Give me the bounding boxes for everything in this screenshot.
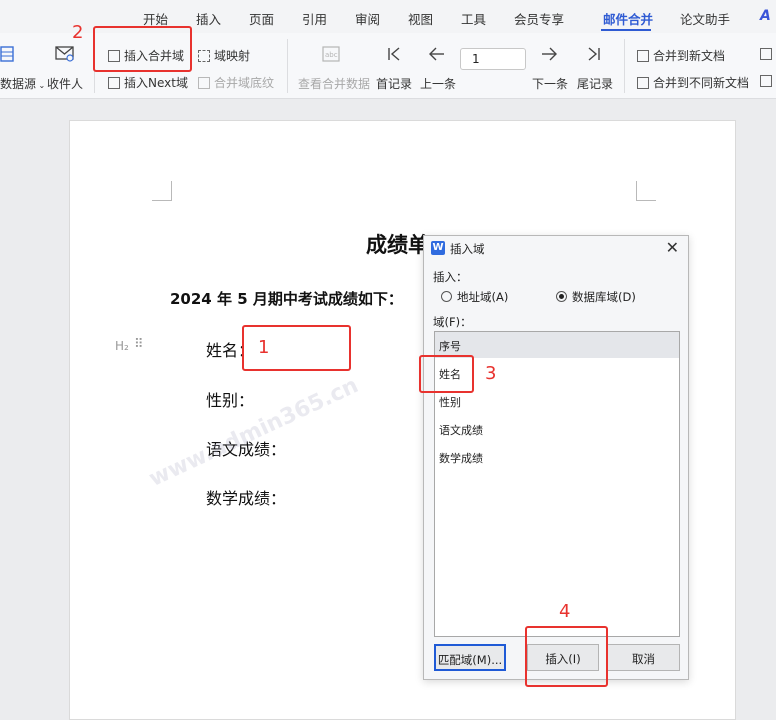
next-record-button[interactable]: 下一条: [532, 75, 568, 92]
previous-record-button[interactable]: 上一条: [420, 75, 456, 92]
annotation-number-4: 4: [559, 601, 571, 622]
merge-to-new-doc-button[interactable]: 合并到新文档: [637, 47, 725, 64]
data-source-icon[interactable]: [0, 45, 14, 66]
print-merge-icon[interactable]: [760, 48, 772, 60]
merge-to-different-docs-button[interactable]: 合并到不同新文档: [637, 74, 749, 91]
dialog-title: 插入域: [450, 242, 485, 256]
insert-field-dialog: W 插入域 ✕ 插入： 地址域(A) 数据库域(D) 域(F)： 序号 姓名 性…: [423, 235, 689, 680]
chevron-down-icon: ⌄: [36, 81, 46, 90]
shading-icon: [198, 77, 210, 89]
address-field-radio[interactable]: 地址域(A): [441, 289, 508, 305]
view-merged-data-button[interactable]: 查看合并数据: [298, 75, 370, 92]
document-subtitle: 2024 年 5 月期中考试成绩如下：: [170, 290, 403, 308]
close-icon[interactable]: ✕: [666, 238, 679, 257]
math-score-field-label[interactable]: 数学成绩：: [206, 485, 286, 509]
last-record-button[interactable]: 尾记录: [577, 75, 613, 92]
wps-logo-icon: W: [431, 241, 445, 255]
record-number-input[interactable]: 1: [460, 48, 526, 70]
insert-next-field-button[interactable]: 插入Next域: [108, 74, 188, 91]
radio-unchecked-icon: [441, 291, 452, 302]
annotation-box-3: [419, 355, 474, 393]
match-fields-button[interactable]: 匹配域(M)...: [434, 644, 506, 671]
tab-page[interactable]: 页面: [249, 9, 274, 28]
list-item[interactable]: 语文成绩: [435, 416, 679, 442]
tab-member[interactable]: 会员专享: [514, 9, 564, 28]
margin-corner-mark: [636, 181, 656, 201]
annotation-box-2: [93, 26, 192, 72]
document-title: 成绩单: [366, 233, 429, 257]
field-mapping-button[interactable]: 域映射: [198, 47, 250, 64]
tab-thesis-assistant[interactable]: 论文助手: [680, 9, 730, 28]
ai-logo-icon[interactable]: A: [760, 8, 774, 24]
tab-mail-merge[interactable]: 邮件合并: [603, 9, 653, 28]
tab-review[interactable]: 审阅: [355, 9, 380, 28]
email-merge-icon[interactable]: [760, 75, 772, 87]
tab-insert[interactable]: 插入: [196, 9, 221, 28]
multi-doc-icon: [637, 77, 649, 89]
arrow-left-icon[interactable]: [429, 47, 445, 64]
cancel-button[interactable]: 取消: [607, 644, 680, 671]
mail-recipient-icon[interactable]: [55, 45, 75, 66]
first-record-icon[interactable]: [387, 47, 401, 64]
annotation-number-2: 2: [72, 22, 84, 43]
ribbon-separator: [287, 39, 288, 93]
heading-level-marker: H₂: [115, 339, 129, 353]
tab-view[interactable]: 视图: [408, 9, 433, 28]
gender-field-label[interactable]: 性别：: [206, 387, 254, 411]
field-mapping-icon: [198, 50, 210, 62]
database-field-radio[interactable]: 数据库域(D): [556, 289, 636, 305]
last-record-icon[interactable]: [587, 47, 601, 64]
field-list-label: 域(F)：: [433, 315, 472, 329]
view-data-icon[interactable]: abc: [322, 46, 340, 65]
insert-label: 插入：: [433, 270, 468, 284]
data-source-button[interactable]: 数据源 ⌄: [0, 75, 45, 92]
chinese-score-field-label[interactable]: 语文成绩：: [206, 436, 286, 460]
svg-text:abc: abc: [325, 51, 338, 59]
tab-references[interactable]: 引用: [302, 9, 327, 28]
merge-field-shading-button[interactable]: 合并域底纹: [198, 74, 274, 91]
arrow-right-icon[interactable]: [541, 47, 557, 64]
annotation-number-1: 1: [258, 337, 270, 358]
annotation-number-3: 3: [485, 363, 497, 384]
next-field-icon: [108, 77, 120, 89]
ribbon-separator: [624, 39, 625, 93]
first-record-button[interactable]: 首记录: [376, 75, 412, 92]
active-tab-indicator: [601, 29, 651, 31]
recipients-button[interactable]: 收件人: [47, 75, 83, 92]
margin-corner-mark: [152, 181, 172, 201]
new-doc-icon: [637, 50, 649, 62]
tab-tools[interactable]: 工具: [461, 9, 486, 28]
drag-handle-icon[interactable]: ⠿: [134, 337, 143, 352]
list-item[interactable]: 数学成绩: [435, 444, 679, 470]
radio-checked-icon: [556, 291, 567, 302]
annotation-box-4: [525, 626, 608, 687]
